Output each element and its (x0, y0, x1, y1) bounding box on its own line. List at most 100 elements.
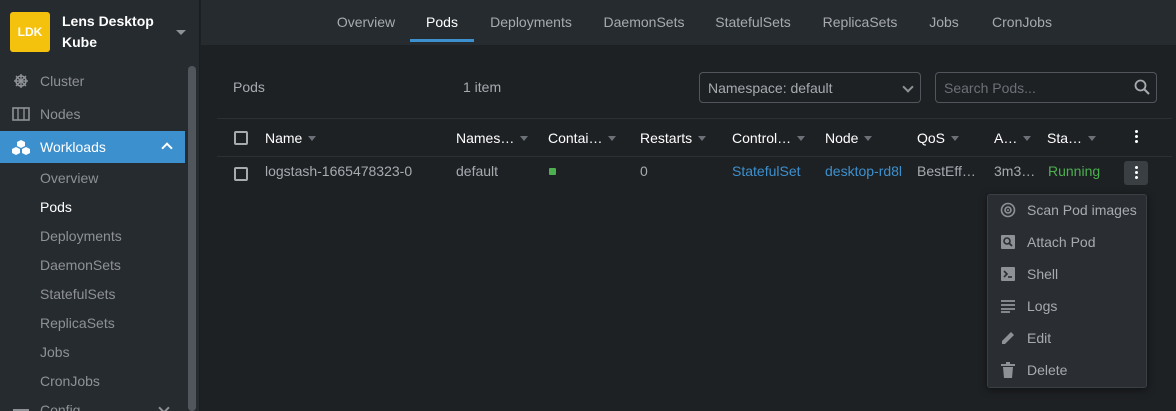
column-header-age[interactable]: A… (994, 130, 1032, 146)
sidebar-item-label: Workloads (40, 139, 106, 155)
menu-item-scan-pod-images[interactable]: Scan Pod images (987, 194, 1147, 226)
tab-replicasets[interactable]: ReplicaSets (812, 0, 908, 42)
row-checkbox[interactable] (234, 167, 248, 181)
sidebar-item-label: Config (40, 402, 81, 411)
column-header-label: Name (265, 130, 303, 146)
menu-item-delete[interactable]: Delete (987, 354, 1147, 386)
column-header-label: Control… (732, 130, 792, 146)
column-header-qos[interactable]: QoS (917, 130, 960, 146)
sort-caret-icon (308, 135, 317, 141)
column-header-restarts[interactable]: Restarts (640, 130, 707, 146)
pod-status: Running (1048, 163, 1101, 179)
pod-qos: BestEff… (917, 163, 976, 179)
sort-caret-icon (864, 135, 873, 141)
sidebar-subitem-replicasets[interactable]: ReplicaSets (40, 309, 115, 338)
chevron-down-icon[interactable] (158, 402, 170, 411)
sort-caret-icon (698, 135, 707, 141)
column-header-status[interactable]: Sta… (1047, 130, 1097, 146)
column-header-label: Contai… (548, 130, 603, 146)
chevron-down-icon (902, 81, 914, 93)
sort-caret-icon (1088, 135, 1097, 141)
menu-item-label: Scan Pod images (1027, 202, 1137, 218)
sidebar-subitem-statefulsets[interactable]: StatefulSets (40, 280, 116, 309)
tab-deployments[interactable]: Deployments (478, 0, 584, 42)
sidebar-item-label: Nodes (40, 106, 81, 122)
tab-pods[interactable]: Pods (410, 0, 474, 42)
column-header-label: Sta… (1047, 130, 1083, 146)
kebab-icon (1134, 166, 1138, 179)
server-icon (12, 105, 30, 123)
pod-node-link[interactable]: desktop-rd8l (825, 163, 902, 179)
column-header-containers[interactable]: Contai… (548, 130, 617, 146)
sidebar-item-label: Cluster (40, 73, 85, 89)
cluster-switcher[interactable]: LDK Lens Desktop Kube (0, 0, 200, 64)
columns-menu-icon[interactable] (1134, 130, 1138, 143)
menu-item-label: Delete (1027, 362, 1068, 378)
menu-item-attach-pod[interactable]: Attach Pod (987, 226, 1147, 258)
tab-cronjobs[interactable]: CronJobs (980, 0, 1064, 42)
pod-controller-link[interactable]: StatefulSet (732, 163, 801, 179)
sort-caret-icon (951, 135, 960, 141)
cluster-avatar: LDK (10, 12, 50, 52)
menu-item-shell[interactable]: Shell (987, 258, 1147, 290)
pencil-icon (999, 329, 1017, 347)
trash-icon (999, 361, 1017, 379)
column-header-name[interactable]: Name (265, 130, 317, 146)
divider (217, 156, 1172, 157)
sidebar-item-cluster[interactable]: Cluster (0, 65, 185, 97)
item-count: 1 item (463, 79, 502, 95)
menu-item-logs[interactable]: Logs (987, 290, 1147, 322)
select-all-checkbox[interactable] (234, 131, 248, 145)
menu-item-edit[interactable]: Edit (987, 322, 1147, 354)
chevron-up-icon[interactable] (161, 142, 173, 154)
terminal-icon (999, 265, 1017, 283)
sidebar-item-config[interactable]: Config (0, 396, 185, 411)
sidebar-subitem-jobs[interactable]: Jobs (40, 338, 70, 367)
sidebar-subitem-cronjobs[interactable]: CronJobs (40, 367, 100, 396)
namespace-select-value: Namespace: default (708, 79, 833, 96)
menu-item-label: Shell (1027, 266, 1059, 282)
tab-daemonsets[interactable]: DaemonSets (592, 0, 696, 42)
sidebar-subitem-pods[interactable]: Pods (40, 193, 72, 222)
list-icon (12, 396, 30, 411)
sort-caret-icon (520, 135, 529, 141)
sidebar-subitem-daemonsets[interactable]: DaemonSets (40, 251, 121, 280)
sidebar-subitem-overview[interactable]: Overview (40, 164, 98, 193)
tab-jobs[interactable]: Jobs (914, 0, 974, 42)
column-header-label: Restarts (640, 130, 693, 146)
sidebar-item-nodes[interactable]: Nodes (0, 98, 185, 130)
sidebar-subitem-deployments[interactable]: Deployments (40, 222, 122, 251)
panel-title: Pods (233, 79, 265, 95)
tab-overview[interactable]: Overview (326, 0, 406, 42)
column-header-node[interactable]: Node (825, 130, 873, 146)
sort-caret-icon (608, 135, 617, 141)
cluster-name: Lens Desktop Kube (62, 13, 154, 50)
logs-icon (999, 297, 1017, 315)
chevron-down-icon[interactable] (176, 30, 186, 35)
menu-item-label: Logs (1027, 298, 1058, 314)
search-icon[interactable] (1134, 79, 1150, 98)
menu-item-label: Attach Pod (1027, 234, 1096, 250)
pod-name[interactable]: logstash-1665478323-0 (265, 163, 412, 179)
tab-statefulsets[interactable]: StatefulSets (702, 0, 804, 42)
menu-item-label: Edit (1027, 330, 1052, 346)
container-status-indicator (549, 168, 556, 175)
row-menu-button[interactable] (1124, 161, 1148, 185)
sidebar-item-workloads[interactable]: Workloads (0, 131, 185, 163)
cubes-icon (12, 138, 30, 156)
column-header-namespace[interactable]: Names… (456, 130, 529, 146)
column-header-label: A… (994, 130, 1018, 146)
scan-icon (999, 201, 1017, 219)
helm-wheel-icon (12, 72, 30, 90)
pod-namespace: default (456, 163, 499, 179)
namespace-select[interactable]: Namespace: default (699, 72, 921, 103)
search-input[interactable] (944, 78, 1124, 98)
column-header-label: Node (825, 130, 859, 146)
search-box[interactable] (935, 72, 1157, 103)
sort-caret-icon (1023, 135, 1032, 141)
attach-icon (999, 233, 1017, 251)
column-header-controlled-by[interactable]: Control… (732, 130, 806, 146)
pod-age: 3m3… (994, 163, 1036, 179)
active-tab-indicator (410, 39, 474, 42)
sidebar-scrollbar-thumb[interactable] (188, 66, 196, 411)
